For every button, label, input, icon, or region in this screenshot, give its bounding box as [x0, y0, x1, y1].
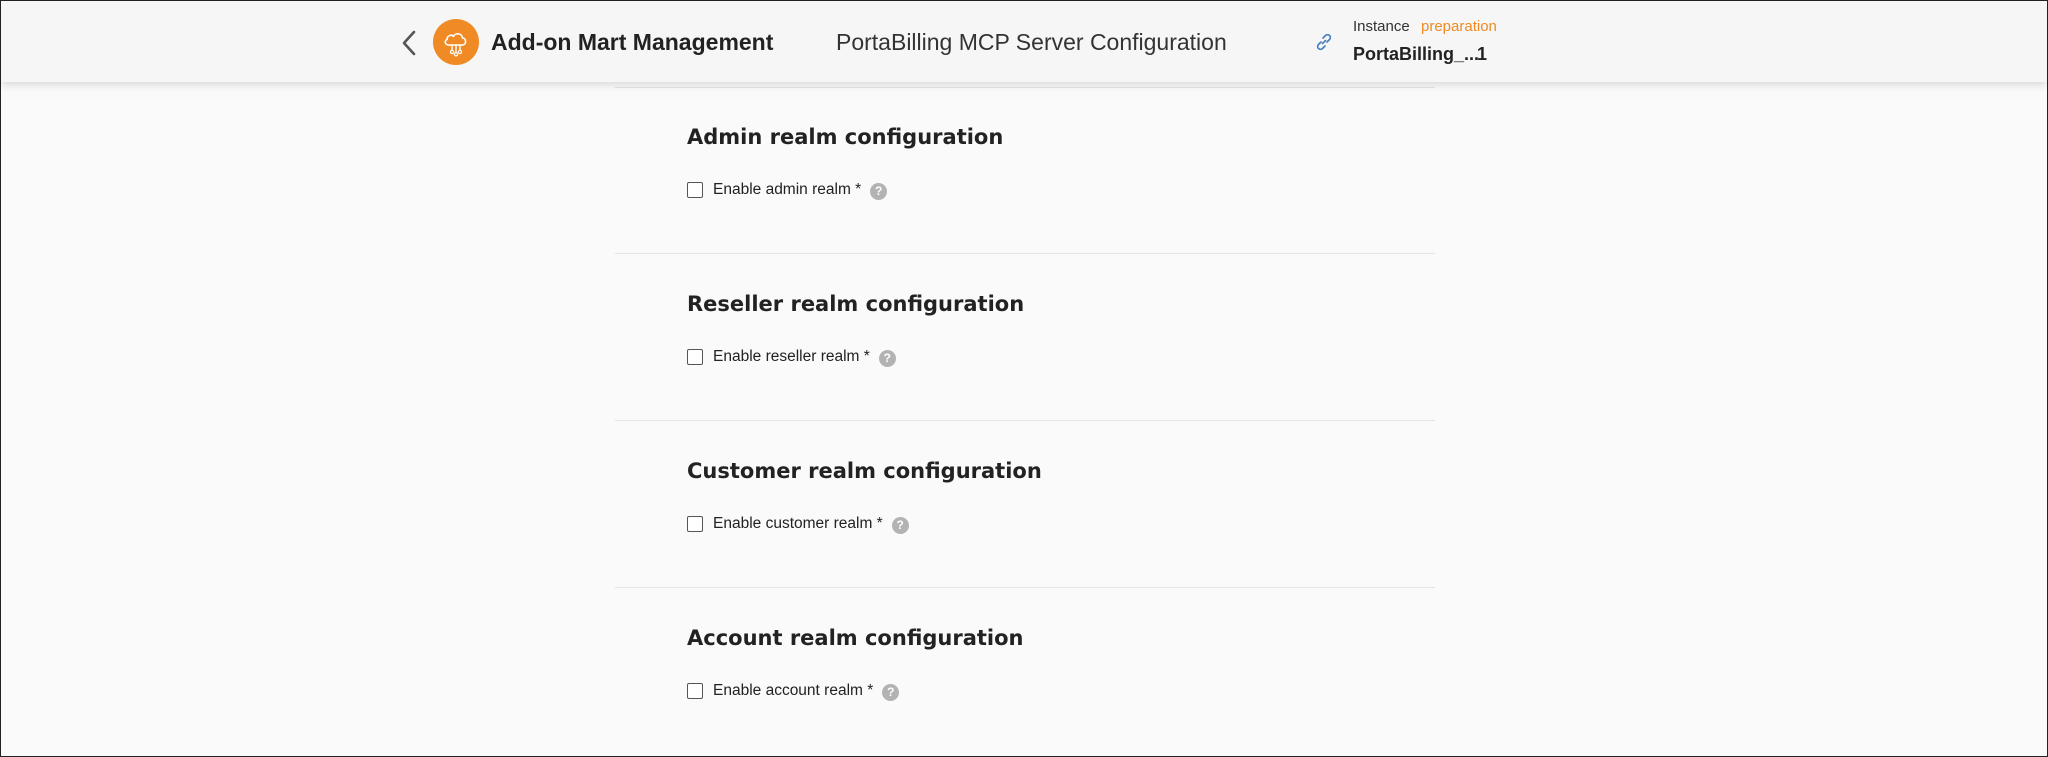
section-title: Account realm configuration — [687, 626, 1024, 650]
chevron-left-icon — [402, 30, 416, 56]
instance-status-badge: preparation — [1421, 18, 1497, 35]
account-realm-section: Account realm configuration Enable accou… — [615, 588, 1435, 755]
instance-label: Instance — [1353, 18, 1410, 35]
account-realm-field: Enable account realm * ? — [687, 682, 900, 701]
enable-account-realm-checkbox[interactable] — [687, 683, 703, 699]
section-title: Customer realm configuration — [687, 459, 1042, 483]
instance-name[interactable]: PortaBilling_... — [1353, 44, 1479, 65]
cloud-network-icon — [444, 33, 467, 57]
section-title: Admin realm configuration — [687, 125, 1004, 149]
app-header: Add-on Mart Management PortaBilling MCP … — [1, 1, 2047, 82]
instance-count: 1 — [1477, 44, 1488, 64]
app-title: Add-on Mart Management — [491, 29, 774, 55]
checkbox-label[interactable]: Enable account realm * — [713, 682, 873, 700]
enable-customer-realm-checkbox[interactable] — [687, 516, 703, 532]
reseller-realm-field: Enable reseller realm * ? — [687, 348, 896, 367]
checkbox-label[interactable]: Enable reseller realm * — [713, 348, 870, 366]
enable-reseller-realm-checkbox[interactable] — [687, 349, 703, 365]
reseller-realm-section: Reseller realm configuration Enable rese… — [615, 254, 1435, 421]
enable-admin-realm-checkbox[interactable] — [687, 182, 703, 198]
back-button[interactable] — [397, 27, 421, 59]
admin-realm-section: Admin realm configuration Enable admin r… — [615, 87, 1435, 254]
customer-realm-field: Enable customer realm * ? — [687, 515, 909, 534]
page-title: PortaBilling MCP Server Configuration — [836, 29, 1227, 55]
link-icon[interactable] — [1313, 31, 1335, 53]
app-logo — [433, 19, 479, 65]
checkbox-label[interactable]: Enable admin realm * — [713, 181, 861, 199]
customer-realm-section: Customer realm configuration Enable cust… — [615, 421, 1435, 588]
section-title: Reseller realm configuration — [687, 292, 1025, 316]
help-icon[interactable]: ? — [891, 516, 909, 534]
help-icon[interactable]: ? — [878, 349, 896, 367]
admin-realm-field: Enable admin realm * ? — [687, 181, 888, 200]
checkbox-label[interactable]: Enable customer realm * — [713, 515, 883, 533]
help-icon[interactable]: ? — [882, 683, 900, 701]
help-icon[interactable]: ? — [870, 182, 888, 200]
